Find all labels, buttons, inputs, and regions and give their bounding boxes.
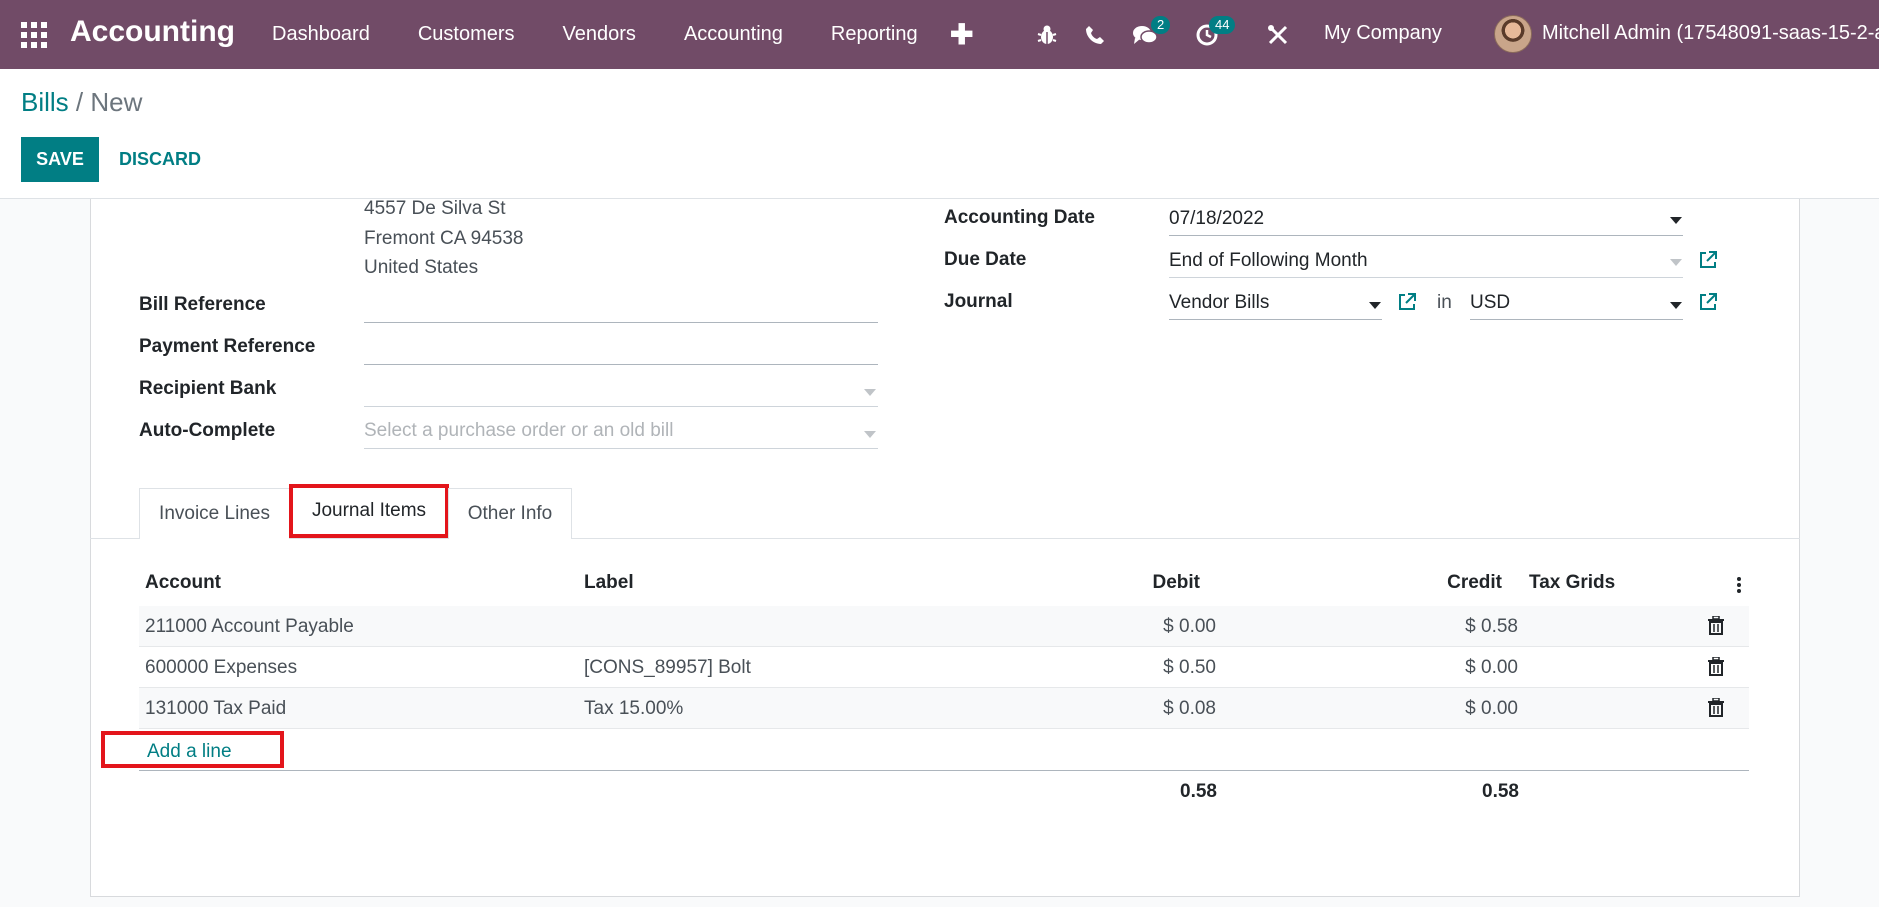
auto-complete-label: Auto-Complete — [139, 420, 276, 441]
currency-select[interactable]: USD — [1470, 287, 1683, 320]
user-avatar[interactable] — [1494, 15, 1532, 53]
row-credit[interactable]: $ 0.58 — [1439, 616, 1518, 638]
breadcrumb-bills[interactable]: Bills — [21, 87, 69, 117]
breadcrumb: Bills / New — [21, 87, 142, 118]
breadcrumb-separator: / — [75, 87, 84, 117]
row-debit[interactable]: $ 0.00 — [1139, 616, 1216, 638]
app-title[interactable]: Accounting — [70, 15, 235, 49]
menu-reporting[interactable]: Reporting — [831, 23, 918, 46]
column-debit[interactable]: Debit — [1150, 572, 1201, 594]
apps-menu-icon[interactable] — [21, 22, 47, 48]
row-label[interactable]: Tax 15.00% — [584, 698, 683, 720]
recipient-bank-select[interactable] — [364, 374, 878, 407]
phone-icon[interactable] — [1082, 0, 1108, 69]
main-menu: Dashboard Customers Vendors Accounting R… — [272, 0, 966, 69]
column-label[interactable]: Label — [584, 572, 634, 594]
column-credit[interactable]: Credit — [1440, 572, 1502, 594]
row-account[interactable]: 211000 Account Payable — [145, 616, 354, 638]
chevron-down-icon[interactable] — [864, 389, 876, 396]
table-row[interactable]: 131000 Tax Paid Tax 15.00% $ 0.08 $ 0.00 — [139, 688, 1749, 729]
menu-customers[interactable]: Customers — [418, 23, 515, 46]
company-switcher[interactable]: My Company — [1324, 22, 1442, 45]
bill-reference-input[interactable] — [364, 290, 878, 323]
row-debit[interactable]: $ 0.50 — [1139, 657, 1216, 679]
add-line-link[interactable]: Add a line — [147, 741, 232, 763]
tools-icon[interactable] — [1265, 0, 1291, 69]
journal-select[interactable]: Vendor Bills — [1169, 287, 1382, 320]
payment-reference-input[interactable] — [364, 332, 878, 365]
breadcrumb-current: New — [90, 87, 143, 117]
trash-icon[interactable] — [1708, 698, 1724, 717]
chevron-down-icon[interactable] — [1369, 302, 1381, 309]
currency-in-label: in — [1437, 292, 1452, 313]
bill-reference-label: Bill Reference — [139, 294, 266, 315]
due-date-label: Due Date — [944, 249, 1027, 270]
vendor-address-country: United States — [364, 257, 479, 278]
external-link-icon[interactable] — [1698, 250, 1718, 270]
chevron-down-icon[interactable] — [1670, 259, 1682, 266]
row-account[interactable]: 600000 Expenses — [145, 657, 297, 679]
row-debit[interactable]: $ 0.08 — [1139, 698, 1216, 720]
menu-vendors[interactable]: Vendors — [563, 23, 636, 46]
activities-badge: 44 — [1209, 16, 1236, 34]
activities-icon[interactable] — [1194, 0, 1220, 69]
accounting-date-label: Accounting Date — [944, 207, 1095, 228]
messages-badge: 2 — [1151, 16, 1171, 34]
tab-other-info[interactable]: Other Info — [448, 488, 572, 539]
external-link-icon[interactable] — [1698, 292, 1718, 312]
top-navbar: Accounting Dashboard Customers Vendors A… — [0, 0, 1879, 69]
vendor-address-city: Fremont CA 94538 — [364, 228, 524, 249]
total-credit: 0.58 — [1482, 781, 1519, 802]
trash-icon[interactable] — [1708, 657, 1724, 676]
row-credit[interactable]: $ 0.00 — [1439, 657, 1518, 679]
row-credit[interactable]: $ 0.00 — [1439, 698, 1518, 720]
bug-icon[interactable] — [1034, 0, 1060, 69]
chevron-down-icon[interactable] — [1670, 302, 1682, 309]
discard-button[interactable]: DISCARD — [119, 149, 201, 170]
row-account[interactable]: 131000 Tax Paid — [145, 698, 286, 720]
table-row[interactable]: 600000 Expenses [CONS_89957] Bolt $ 0.50… — [139, 647, 1749, 688]
auto-complete-select[interactable]: Select a purchase order or an old bill — [364, 416, 878, 449]
column-tax-grids[interactable]: Tax Grids — [1529, 572, 1615, 594]
control-panel: Bills / New SAVE DISCARD — [0, 69, 1879, 199]
user-menu[interactable]: Mitchell Admin (17548091-saas-15-2-al — [1542, 22, 1879, 45]
trash-icon[interactable] — [1708, 616, 1724, 635]
tab-invoice-lines[interactable]: Invoice Lines — [139, 488, 290, 539]
messages-icon[interactable] — [1130, 0, 1160, 69]
totals-divider — [139, 770, 1749, 771]
journal-label: Journal — [944, 291, 1013, 312]
column-account[interactable]: Account — [145, 572, 221, 594]
table-row[interactable]: 211000 Account Payable $ 0.00 $ 0.58 — [139, 606, 1749, 647]
payment-reference-label: Payment Reference — [139, 336, 316, 357]
plus-icon[interactable]: ✚ — [950, 18, 973, 51]
menu-accounting[interactable]: Accounting — [684, 23, 783, 46]
menu-dashboard[interactable]: Dashboard — [272, 23, 370, 46]
chevron-down-icon[interactable] — [1670, 217, 1682, 224]
recipient-bank-label: Recipient Bank — [139, 378, 277, 399]
add-line-highlight: Add a line — [101, 731, 284, 768]
optional-columns-icon[interactable] — [1735, 575, 1743, 595]
row-label[interactable]: [CONS_89957] Bolt — [584, 657, 751, 679]
auto-complete-placeholder: Select a purchase order or an old bill — [364, 420, 674, 441]
accounting-date-input[interactable]: 07/18/2022 — [1169, 203, 1683, 236]
vendor-address-street: 4557 De Silva St — [364, 198, 506, 219]
chevron-down-icon[interactable] — [864, 431, 876, 438]
save-button[interactable]: SAVE — [21, 137, 99, 182]
tabs-divider — [90, 538, 1800, 539]
due-date-select[interactable]: End of Following Month — [1169, 245, 1683, 278]
tab-journal-items[interactable]: Journal Items — [289, 484, 449, 538]
external-link-icon[interactable] — [1397, 292, 1417, 312]
total-debit: 0.58 — [1180, 781, 1217, 802]
